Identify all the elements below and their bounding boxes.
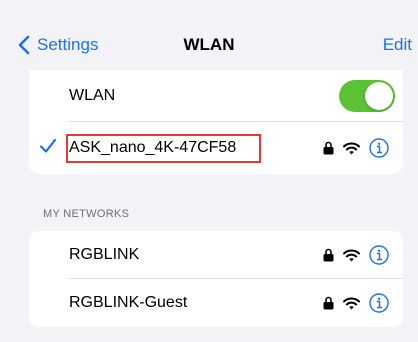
- lock-icon: [323, 141, 334, 155]
- my-networks-group: RGBLINK RGBLINK-Guest: [29, 231, 403, 327]
- wlan-group: WLAN ASK_nano_4K-47CF58: [29, 70, 403, 174]
- network-name: RGBLINK-Guest: [69, 294, 188, 311]
- info-icon[interactable]: [369, 138, 389, 158]
- wlan-toggle-label: WLAN: [69, 87, 116, 104]
- highlight-box: [66, 134, 261, 163]
- wifi-icon: [343, 142, 360, 154]
- wifi-icon: [343, 297, 360, 309]
- toggle-knob: [365, 82, 393, 110]
- navigation-bar: Settings WLAN Edit: [0, 0, 418, 70]
- checkmark-icon: [39, 138, 57, 153]
- my-networks-header: MY NETWORKS: [43, 208, 130, 220]
- current-network-status: [323, 138, 389, 158]
- lock-icon: [323, 248, 334, 262]
- info-icon[interactable]: [369, 293, 389, 313]
- edit-button[interactable]: Edit: [383, 35, 412, 55]
- info-icon[interactable]: [369, 245, 389, 265]
- network-row-rgblink-guest[interactable]: RGBLINK-Guest: [29, 279, 403, 327]
- network-row-rgblink[interactable]: RGBLINK: [29, 231, 403, 279]
- page-title: WLAN: [183, 35, 235, 54]
- wifi-icon: [343, 249, 360, 261]
- network-status: [323, 293, 389, 313]
- wlan-toggle-switch[interactable]: [339, 80, 395, 112]
- wlan-toggle-row: WLAN: [29, 70, 403, 122]
- lock-icon: [323, 296, 334, 310]
- current-network-row[interactable]: ASK_nano_4K-47CF58: [29, 122, 403, 174]
- network-name: RGBLINK: [69, 246, 140, 263]
- network-status: [323, 245, 389, 265]
